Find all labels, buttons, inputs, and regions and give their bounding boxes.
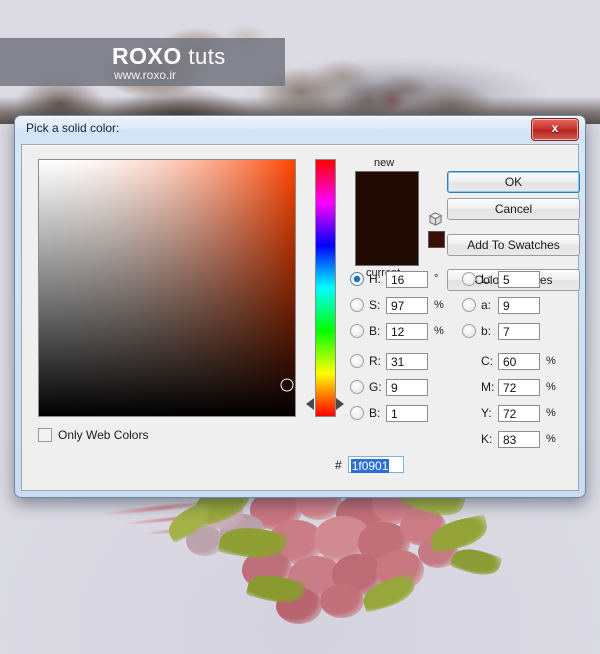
input-y[interactable]: 72 (498, 404, 540, 422)
sv-cursor-handle[interactable] (280, 378, 294, 392)
input-a[interactable]: 9 (498, 296, 540, 314)
alternate-color-swatch[interactable] (428, 231, 445, 248)
label-b: B: (369, 324, 381, 338)
input-l[interactable]: 5 (498, 270, 540, 288)
unit-h: ° (434, 273, 439, 285)
dialog-title: Pick a solid color: (26, 121, 120, 135)
label-y: Y: (481, 406, 492, 420)
input-s[interactable]: 97 (386, 296, 428, 314)
input-b[interactable]: 1 (386, 404, 428, 422)
label-s: S: (369, 298, 381, 312)
radio-g[interactable] (350, 380, 364, 394)
radio-h[interactable] (350, 272, 364, 286)
color-picker-dialog: Pick a solid color: x new current OK Can… (14, 115, 586, 498)
input-m[interactable]: 72 (498, 378, 540, 396)
sv-gradient (39, 160, 295, 416)
color-preview-box[interactable] (355, 171, 419, 266)
field-row-h: H: 16 ° (350, 269, 438, 289)
input-h[interactable]: 16 (386, 270, 428, 288)
flower-petal (320, 584, 364, 618)
unit-b: % (434, 325, 444, 337)
field-row-y: Y: 72% (462, 403, 556, 423)
radio-b[interactable] (462, 324, 476, 338)
field-row-m: M: 72% (462, 377, 556, 397)
add-to-swatches-button[interactable]: Add To Swatches (447, 234, 580, 256)
unit-y: % (546, 407, 556, 419)
label-a: a: (481, 298, 492, 312)
unit-k: % (546, 433, 556, 445)
only-web-colors-label: Only Web Colors (58, 428, 149, 442)
watermark-logo-mid: XO (147, 43, 182, 69)
field-row-k: K: 83% (462, 429, 556, 449)
field-row-c: C: 60% (462, 351, 556, 371)
hue-slider[interactable] (315, 159, 336, 417)
field-row-s: S: 97% (350, 295, 444, 315)
watermark-logo-main: RO (112, 43, 148, 69)
label-k: K: (481, 432, 493, 446)
hydrangea-cluster (100, 471, 520, 654)
input-b[interactable]: 12 (386, 322, 428, 340)
watermark-url: www.roxo.ir (114, 68, 177, 82)
input-g[interactable]: 9 (386, 378, 428, 396)
label-g: G: (369, 380, 382, 394)
field-row-b: B: 1 (350, 403, 428, 423)
radio-b[interactable] (350, 324, 364, 338)
radio-a[interactable] (462, 298, 476, 312)
watermark-logo-suffix: tuts (181, 44, 226, 69)
out-of-gamut-cube-icon[interactable] (428, 212, 443, 227)
input-c[interactable]: 60 (498, 352, 540, 370)
label-l: L: (481, 272, 492, 286)
watermark-logo: ROXO tuts (112, 43, 226, 70)
input-r[interactable]: 31 (386, 352, 428, 370)
field-row-l: L: 5 (462, 269, 540, 289)
new-color-label: new (374, 157, 395, 169)
cancel-button[interactable]: Cancel (447, 198, 580, 220)
hex-value: 1f0901 (350, 459, 390, 473)
field-row-b: B: 12% (350, 321, 444, 341)
field-row-a: a: 9 (462, 295, 540, 315)
label-r: R: (369, 354, 381, 368)
radio-b[interactable] (350, 406, 364, 420)
dialog-titlebar[interactable]: Pick a solid color: x (15, 116, 585, 143)
sv-black-layer (39, 160, 295, 416)
unit-s: % (434, 299, 444, 311)
label-b: b: (481, 324, 492, 338)
field-row-r: R: 31 (350, 351, 428, 371)
input-k[interactable]: 83 (498, 430, 540, 448)
label-h: H: (369, 272, 381, 286)
radio-l[interactable] (462, 272, 476, 286)
radio-s[interactable] (350, 298, 364, 312)
unit-c: % (546, 355, 556, 367)
field-row-b: b: 7 (462, 321, 540, 341)
saturation-value-field[interactable] (38, 159, 296, 417)
hex-input[interactable]: 1f0901 (347, 456, 404, 473)
field-row-g: G: 9 (350, 377, 428, 397)
hue-marker-right[interactable] (336, 397, 344, 410)
ok-button[interactable]: OK (447, 171, 580, 193)
new-color-swatch[interactable] (356, 172, 418, 265)
input-b[interactable]: 7 (498, 322, 540, 340)
label-c: C: (481, 354, 493, 368)
label-m: M: (481, 380, 495, 394)
checkbox-box[interactable] (38, 428, 52, 442)
radio-r[interactable] (350, 354, 364, 368)
hex-field-row: # 1f0901 (335, 456, 404, 473)
hue-marker-left[interactable] (306, 397, 314, 410)
hex-hash-label: # (335, 457, 342, 472)
close-button[interactable]: x (531, 118, 579, 141)
only-web-colors-checkbox[interactable]: Only Web Colors (38, 428, 148, 442)
close-icon: x (551, 121, 559, 135)
dialog-body: new current OK Cancel Add To Swatches Co… (21, 144, 580, 491)
label-b: B: (369, 406, 381, 420)
unit-m: % (546, 381, 556, 393)
